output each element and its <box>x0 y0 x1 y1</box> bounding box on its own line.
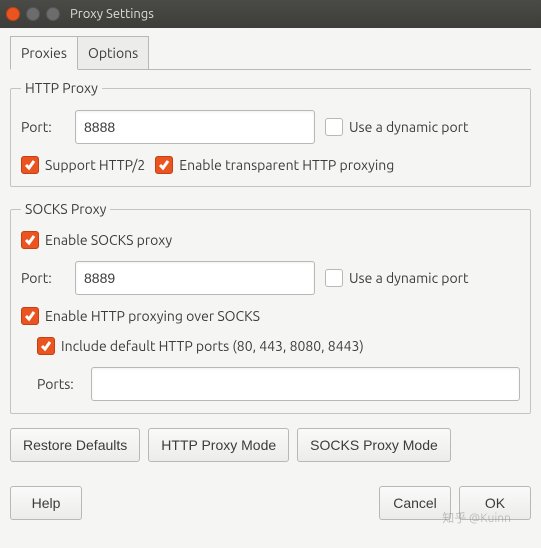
tab-proxies[interactable]: Proxies <box>10 36 78 70</box>
checkbox-checked-icon <box>21 231 39 249</box>
tab-bar: Proxies Options <box>10 36 531 70</box>
http-dynamic-port-label: Use a dynamic port <box>349 119 469 135</box>
socks-port-label: Port: <box>21 270 65 286</box>
include-default-ports-label: Include default HTTP ports (80, 443, 808… <box>61 338 364 354</box>
dialog-buttons: Help Cancel OK <box>10 486 531 520</box>
checkbox-checked-icon <box>21 307 39 325</box>
socks-ports-input[interactable] <box>91 367 520 401</box>
socks-proxy-group: SOCKS Proxy Enable SOCKS proxy Port: Use… <box>10 201 531 414</box>
title-bar: Proxy Settings <box>0 0 541 28</box>
tab-options[interactable]: Options <box>77 36 149 70</box>
checkbox-checked-icon <box>155 156 173 174</box>
tab-panel-proxies: HTTP Proxy Port: Use a dynamic port Supp… <box>10 69 531 520</box>
checkbox-checked-icon <box>37 337 55 355</box>
socks-dynamic-port-label: Use a dynamic port <box>349 270 469 286</box>
http-proxy-mode-button[interactable]: HTTP Proxy Mode <box>148 428 289 462</box>
checkbox-checked-icon <box>21 156 39 174</box>
socks-proxy-legend: SOCKS Proxy <box>21 201 110 217</box>
ok-button[interactable]: OK <box>459 486 531 520</box>
http-over-socks-checkbox[interactable]: Enable HTTP proxying over SOCKS <box>21 307 260 325</box>
socks-ports-label: Ports: <box>37 376 81 392</box>
restore-defaults-button[interactable]: Restore Defaults <box>10 428 140 462</box>
support-http2-label: Support HTTP/2 <box>45 157 145 173</box>
http-port-label: Port: <box>21 119 65 135</box>
socks-proxy-mode-button[interactable]: SOCKS Proxy Mode <box>297 428 451 462</box>
checkbox-unchecked-icon <box>325 269 343 287</box>
socks-port-input[interactable] <box>75 261 315 295</box>
cancel-button[interactable]: Cancel <box>379 486 451 520</box>
maximize-icon[interactable] <box>46 7 60 21</box>
http-proxy-group: HTTP Proxy Port: Use a dynamic port Supp… <box>10 80 531 187</box>
window-controls <box>6 7 60 21</box>
http-proxy-legend: HTTP Proxy <box>21 80 102 96</box>
socks-dynamic-port-checkbox[interactable]: Use a dynamic port <box>325 269 469 287</box>
enable-socks-checkbox[interactable]: Enable SOCKS proxy <box>21 231 172 249</box>
transparent-proxy-label: Enable transparent HTTP proxying <box>179 157 394 173</box>
window-title: Proxy Settings <box>70 7 535 21</box>
transparent-proxy-checkbox[interactable]: Enable transparent HTTP proxying <box>155 156 394 174</box>
http-port-input[interactable] <box>75 110 315 144</box>
http-over-socks-label: Enable HTTP proxying over SOCKS <box>45 308 260 324</box>
mode-buttons: Restore Defaults HTTP Proxy Mode SOCKS P… <box>10 428 531 462</box>
http-dynamic-port-checkbox[interactable]: Use a dynamic port <box>325 118 469 136</box>
minimize-icon[interactable] <box>26 7 40 21</box>
support-http2-checkbox[interactable]: Support HTTP/2 <box>21 156 145 174</box>
close-icon[interactable] <box>6 7 20 21</box>
include-default-ports-checkbox[interactable]: Include default HTTP ports (80, 443, 808… <box>37 337 364 355</box>
help-button[interactable]: Help <box>10 486 82 520</box>
checkbox-unchecked-icon <box>325 118 343 136</box>
enable-socks-label: Enable SOCKS proxy <box>45 232 172 248</box>
